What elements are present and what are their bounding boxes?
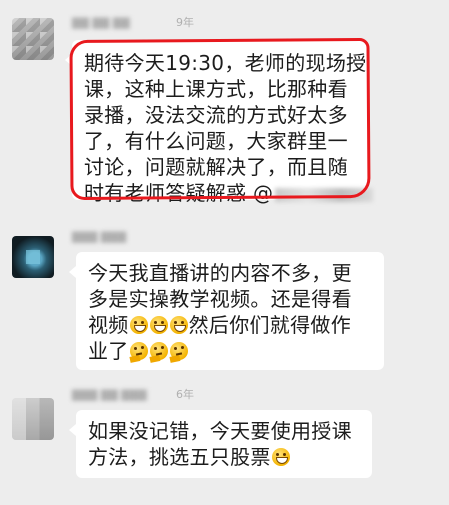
- message-line-with-emoji: 方法，挑选五只股票: [88, 444, 360, 470]
- avatar[interactable]: [12, 398, 54, 440]
- message-line-with-emoji: 业了: [88, 338, 372, 364]
- message-line-text: 时有老师答疑解惑 @: [84, 181, 274, 205]
- sender-name-blurred: ▇▇▇ ▇▇ ▇▇▇: [72, 388, 147, 401]
- message-line: 多是实操教学视频。还是得看: [88, 287, 352, 311]
- avatar-mosaic: [12, 236, 54, 278]
- sender-name-blurred: ▇▇▇ ▇▇▇: [72, 230, 127, 243]
- avatar[interactable]: [12, 18, 54, 60]
- message-line-with-emoji: 视频 然后你们就得做作: [88, 312, 372, 338]
- message-bubble[interactable]: 如果没记错，今天要使用授课 方法，挑选五只股票: [69, 410, 372, 478]
- message-line: 讨论，问题就解决了，而且随: [84, 155, 348, 179]
- grinning-face-icon: [149, 316, 168, 334]
- message-bubble[interactable]: 今天我直播讲的内容不多，更 多是实操教学视频。还是得看 视频 然后你们就得做作 业…: [69, 252, 384, 370]
- sender-suffix: 9年: [176, 16, 194, 29]
- message-text: 方法，挑选五只股票: [88, 445, 271, 469]
- thinking-face-icon: [149, 342, 168, 360]
- grinning-face-icon: [169, 316, 188, 334]
- thinking-face-icon: [129, 342, 148, 360]
- message-line: 期待今天19:30，老师的现场授: [84, 51, 367, 75]
- avatar-mosaic: [12, 18, 54, 60]
- message-line: 今天我直播讲的内容不多，更: [88, 261, 352, 285]
- message-text: 然后你们就得做作: [188, 313, 352, 337]
- message-line: 课，这种上课方式，比那种看: [84, 77, 348, 101]
- message-text: 业了: [88, 339, 129, 363]
- thinking-face-icon: [169, 342, 188, 360]
- sender-suffix: 6年: [176, 388, 194, 401]
- avatar-mosaic: [12, 398, 54, 440]
- message-line-last: 时有老师答疑解惑 @: [84, 180, 374, 206]
- message-line: 如果没记错，今天要使用授课: [88, 419, 352, 443]
- sender-name-blurred: ▇▇ ▇▇ ▇▇: [72, 16, 130, 29]
- message-line: 录播，没法交流的方式好太多: [84, 103, 348, 127]
- message-bubble[interactable]: 期待今天19:30，老师的现场授 课，这种上课方式，比那种看 录播，没法交流的方…: [65, 40, 374, 205]
- mention-blurred: [275, 187, 374, 202]
- avatar[interactable]: [12, 236, 54, 278]
- message-text: 视频: [88, 313, 129, 337]
- grinning-face-icon: [129, 316, 148, 334]
- grinning-face-icon: [271, 448, 290, 466]
- message-line: 了，有什么问题，大家群里一: [84, 129, 348, 153]
